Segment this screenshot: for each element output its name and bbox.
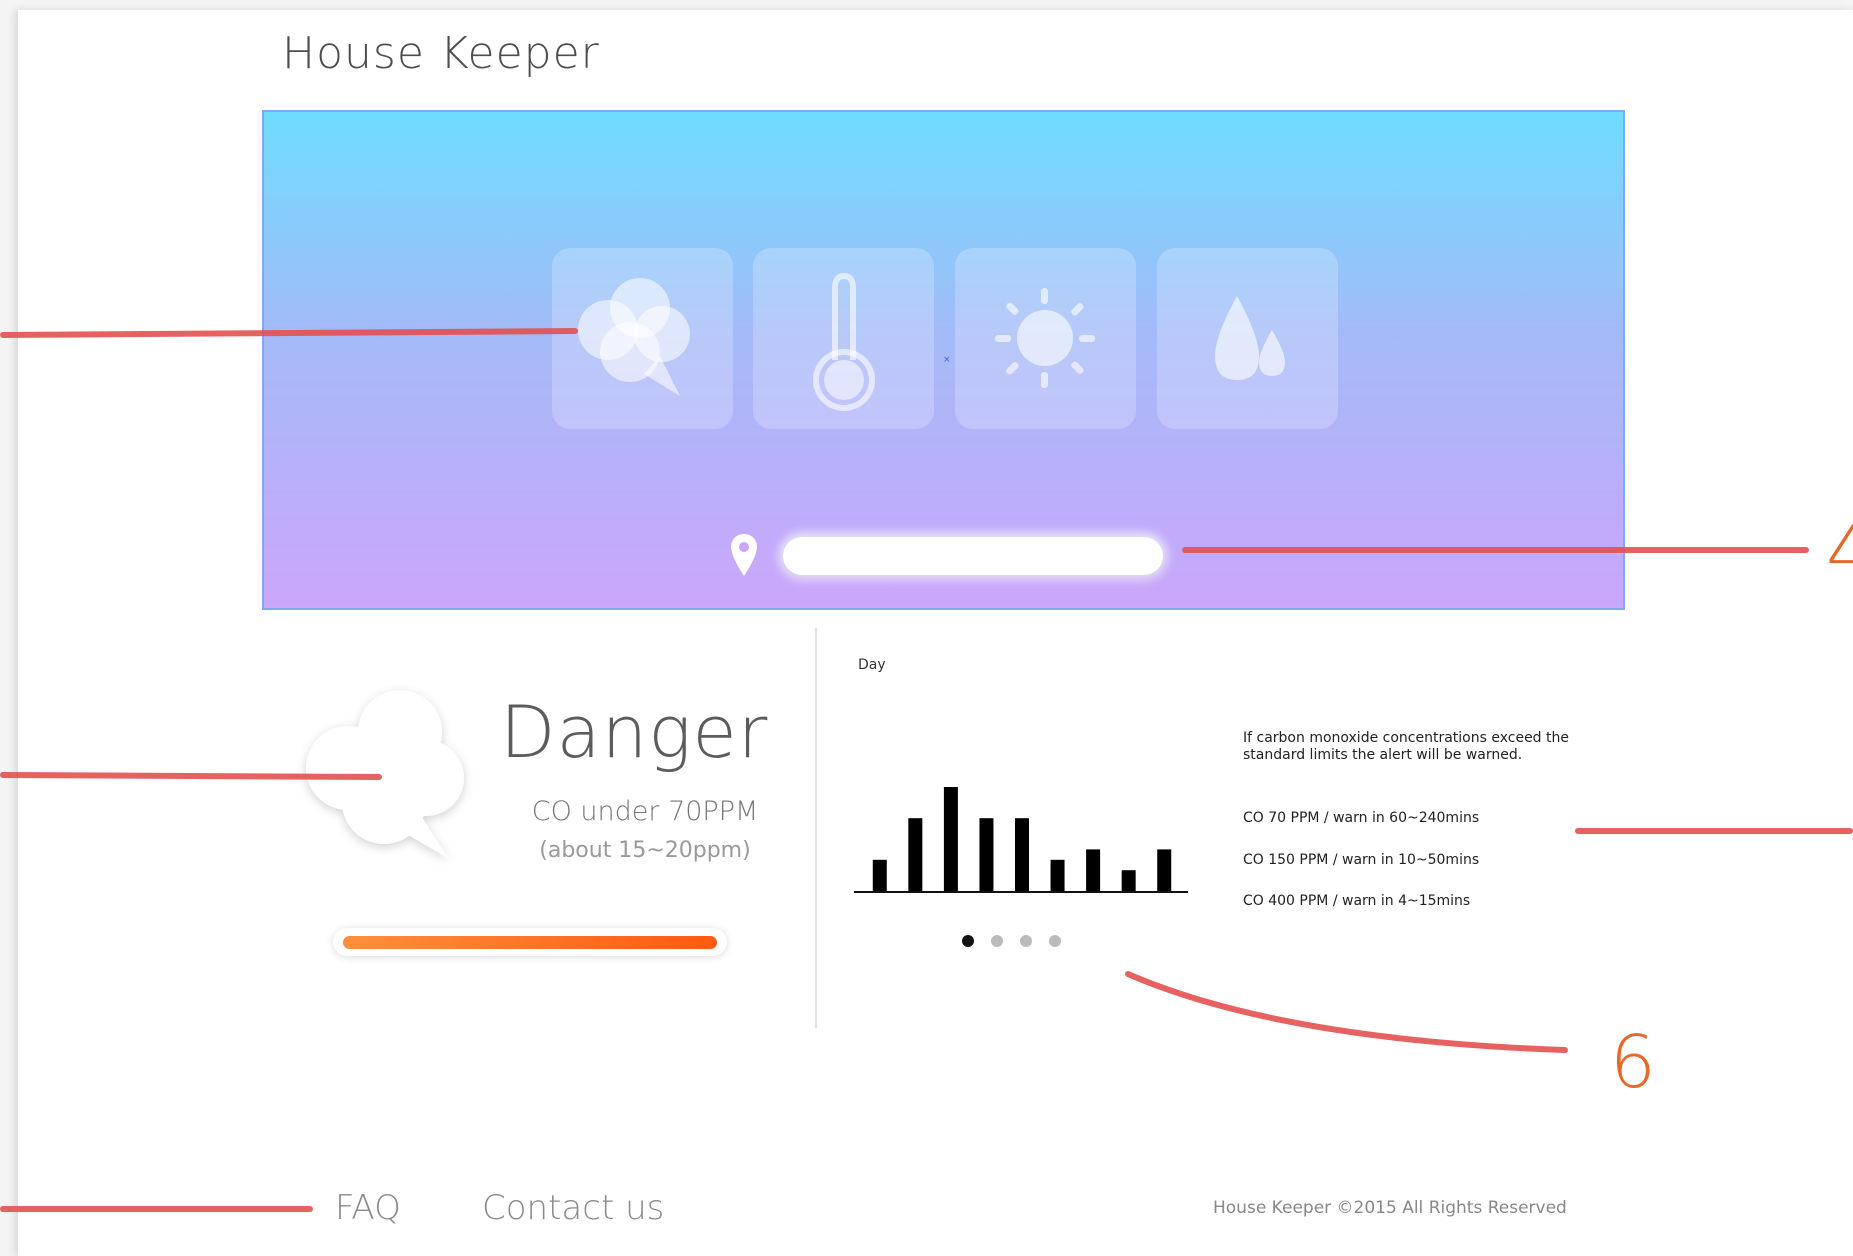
copyright-text: House Keeper ©2015 All Rights Reserved [1213,1198,1567,1218]
faq-link[interactable]: FAQ [335,1188,401,1228]
callout-number-4: 4 [1826,510,1853,594]
contact-link[interactable]: Contact us [482,1188,664,1228]
callout-number-6: 6 [1610,1020,1656,1104]
annotation-curve [1125,971,1568,1053]
